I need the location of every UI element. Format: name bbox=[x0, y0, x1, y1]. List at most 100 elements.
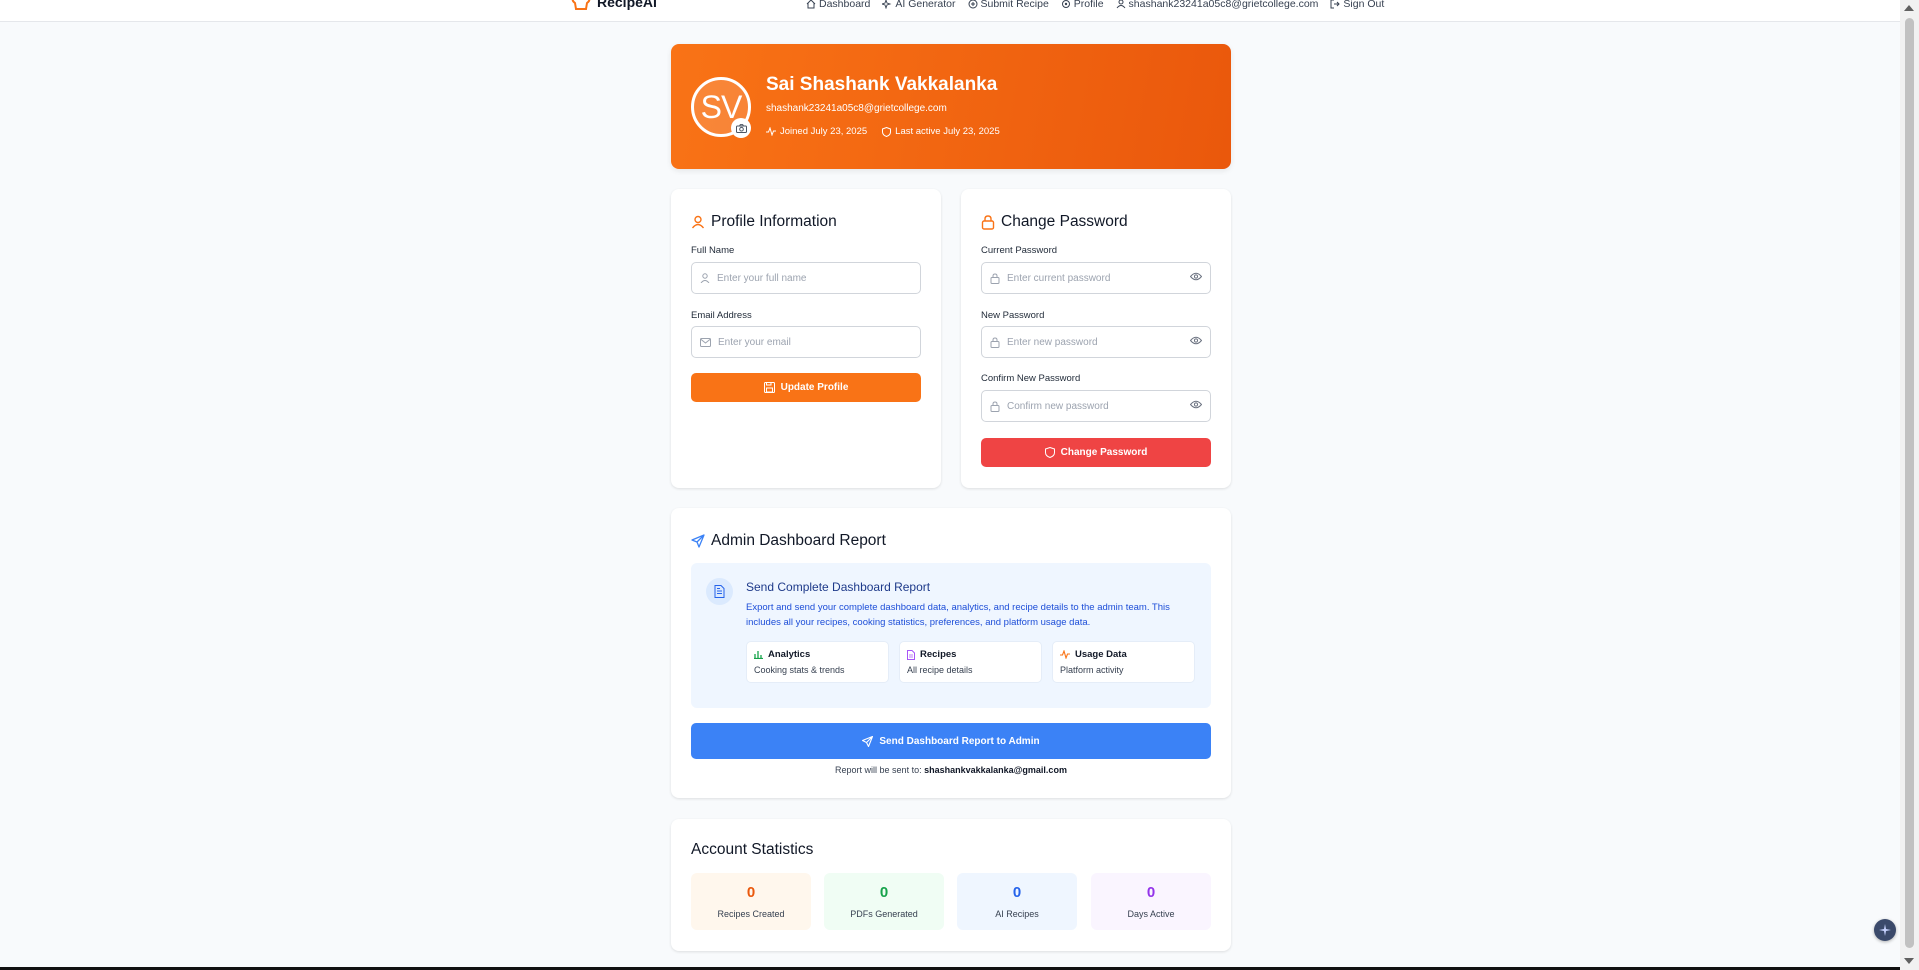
stat-label: PDFs Generated bbox=[850, 909, 918, 919]
brand[interactable]: RecipeAI bbox=[571, 0, 657, 10]
new-password-field bbox=[981, 326, 1211, 358]
stat-recipes-created: 0 Recipes Created bbox=[691, 873, 811, 930]
change-password-button[interactable]: Change Password bbox=[981, 438, 1211, 467]
feature-recipes: Recipes All recipe details bbox=[899, 641, 1042, 683]
feature-usage-data: Usage Data Platform activity bbox=[1052, 641, 1195, 683]
scroll-up-arrow[interactable] bbox=[1904, 5, 1914, 11]
feature-usage-sub: Platform activity bbox=[1060, 665, 1124, 675]
email-input[interactable] bbox=[718, 336, 868, 348]
sparkles-icon bbox=[882, 0, 892, 9]
lock-icon bbox=[990, 400, 1000, 412]
scroll-thumb[interactable] bbox=[1905, 18, 1914, 948]
top-navbar: RecipeAI Dashboard AI Generator Submit R… bbox=[0, 0, 1900, 22]
camera-icon bbox=[735, 123, 747, 133]
new-password-label: New Password bbox=[981, 310, 1045, 321]
activity-icon bbox=[766, 127, 776, 136]
profile-info-card: Profile Information Full Name Email Addr… bbox=[671, 189, 941, 488]
email-label: Email Address bbox=[691, 310, 752, 321]
activity-icon bbox=[1060, 650, 1070, 659]
last-active-text: Last active July 23, 2025 bbox=[895, 126, 1000, 137]
assistant-button[interactable] bbox=[1874, 919, 1896, 941]
full-name-label: Full Name bbox=[691, 245, 735, 256]
new-password-input[interactable] bbox=[1007, 336, 1157, 348]
nav-menu: Dashboard AI Generator Submit Recipe Pro… bbox=[806, 0, 1384, 10]
stat-days-active: 0 Days Active bbox=[1091, 873, 1211, 930]
report-recipient-email: shashankvakkalanka@gmail.com bbox=[924, 765, 1067, 775]
report-info-box: Send Complete Dashboard Report Export an… bbox=[691, 563, 1211, 708]
user-icon bbox=[700, 273, 710, 283]
settings-icon bbox=[1061, 0, 1070, 8]
chef-hat-icon bbox=[571, 0, 591, 10]
update-profile-label: Update Profile bbox=[780, 382, 849, 393]
send-icon bbox=[862, 735, 874, 747]
account-stats-title: Account Statistics bbox=[691, 841, 813, 859]
profile-name: Sai Shashank Vakkalanka bbox=[766, 74, 998, 95]
show-password-icon[interactable] bbox=[1190, 272, 1202, 281]
report-note-prefix: Report will be sent to: bbox=[835, 765, 922, 775]
user-icon bbox=[691, 215, 705, 229]
document-badge bbox=[706, 578, 733, 605]
full-name-field bbox=[691, 262, 921, 294]
shield-icon bbox=[882, 126, 892, 137]
feature-analytics: Analytics Cooking stats & trends bbox=[746, 641, 889, 683]
show-password-icon[interactable] bbox=[1190, 336, 1202, 345]
feature-recipes-sub: All recipe details bbox=[907, 665, 973, 675]
admin-report-card: Admin Dashboard Report Send Complete Das… bbox=[671, 508, 1231, 798]
nav-profile[interactable]: Profile bbox=[1061, 0, 1104, 10]
lock-icon bbox=[981, 214, 995, 230]
nav-profile-label: Profile bbox=[1073, 0, 1104, 10]
report-box-desc: Export and send your complete dashboard … bbox=[746, 602, 1170, 628]
brand-name: RecipeAI bbox=[597, 0, 657, 10]
user-icon bbox=[1116, 0, 1125, 9]
mail-icon bbox=[700, 337, 711, 347]
admin-report-title-text: Admin Dashboard Report bbox=[711, 532, 886, 549]
change-password-label: Change Password bbox=[1060, 447, 1148, 458]
profile-info-title-text: Profile Information bbox=[711, 213, 837, 230]
sign-out-button[interactable]: Sign Out bbox=[1330, 0, 1384, 10]
update-profile-button[interactable]: Update Profile bbox=[691, 373, 921, 402]
save-icon bbox=[763, 382, 775, 393]
bar-chart-icon bbox=[754, 651, 763, 659]
nav-user-email: shashank23241a05c8@grietcollege.com bbox=[1128, 0, 1319, 10]
stat-ai-recipes: 0 AI Recipes bbox=[957, 873, 1077, 930]
confirm-password-field bbox=[981, 390, 1211, 422]
stat-value: 0 bbox=[1012, 884, 1022, 901]
current-password-input[interactable] bbox=[1007, 272, 1157, 284]
report-box-title: Send Complete Dashboard Report bbox=[746, 580, 931, 594]
nav-submit-recipe-label: Submit Recipe bbox=[980, 0, 1049, 10]
nav-dashboard-label: Dashboard bbox=[819, 0, 871, 10]
current-password-label: Current Password bbox=[981, 245, 1058, 256]
nav-submit-recipe[interactable]: Submit Recipe bbox=[968, 0, 1049, 10]
joined-text: Joined July 23, 2025 bbox=[780, 126, 868, 137]
feature-recipes-title: Recipes bbox=[907, 649, 956, 660]
nav-dashboard[interactable]: Dashboard bbox=[806, 0, 870, 10]
file-icon bbox=[907, 649, 915, 660]
feature-usage-title-text: Usage Data bbox=[1075, 649, 1127, 660]
sign-out-label: Sign Out bbox=[1343, 0, 1385, 10]
account-stats-title-text: Account Statistics bbox=[691, 841, 814, 858]
show-password-icon[interactable] bbox=[1190, 400, 1202, 409]
last-active: Last active July 23, 2025 bbox=[882, 126, 1000, 137]
shield-icon bbox=[1044, 447, 1055, 458]
feature-analytics-title-text: Analytics bbox=[768, 649, 811, 660]
stat-label: Recipes Created bbox=[717, 909, 785, 919]
sparkle-icon bbox=[1879, 924, 1891, 936]
page-scrollbar[interactable] bbox=[1900, 0, 1919, 970]
nav-ai-generator[interactable]: AI Generator bbox=[882, 0, 956, 10]
full-name-input[interactable] bbox=[717, 272, 867, 284]
profile-email: shashank23241a05c8@grietcollege.com bbox=[766, 103, 947, 114]
change-password-card: Change Password Current Password New Pas… bbox=[961, 189, 1231, 488]
plus-circle-icon bbox=[968, 0, 977, 9]
current-password-field bbox=[981, 262, 1211, 294]
stat-value: 0 bbox=[1146, 884, 1156, 901]
document-icon bbox=[714, 585, 725, 598]
feature-analytics-sub: Cooking stats & trends bbox=[754, 665, 845, 675]
change-password-title-text: Change Password bbox=[1001, 213, 1128, 230]
stat-pdfs-generated: 0 PDFs Generated bbox=[824, 873, 944, 930]
change-photo-button[interactable] bbox=[731, 118, 751, 138]
send-report-button[interactable]: Send Dashboard Report to Admin bbox=[691, 723, 1211, 759]
confirm-password-input[interactable] bbox=[1007, 400, 1157, 412]
stat-value: 0 bbox=[746, 884, 756, 901]
lock-icon bbox=[990, 336, 1000, 348]
scroll-down-arrow[interactable] bbox=[1904, 958, 1914, 964]
